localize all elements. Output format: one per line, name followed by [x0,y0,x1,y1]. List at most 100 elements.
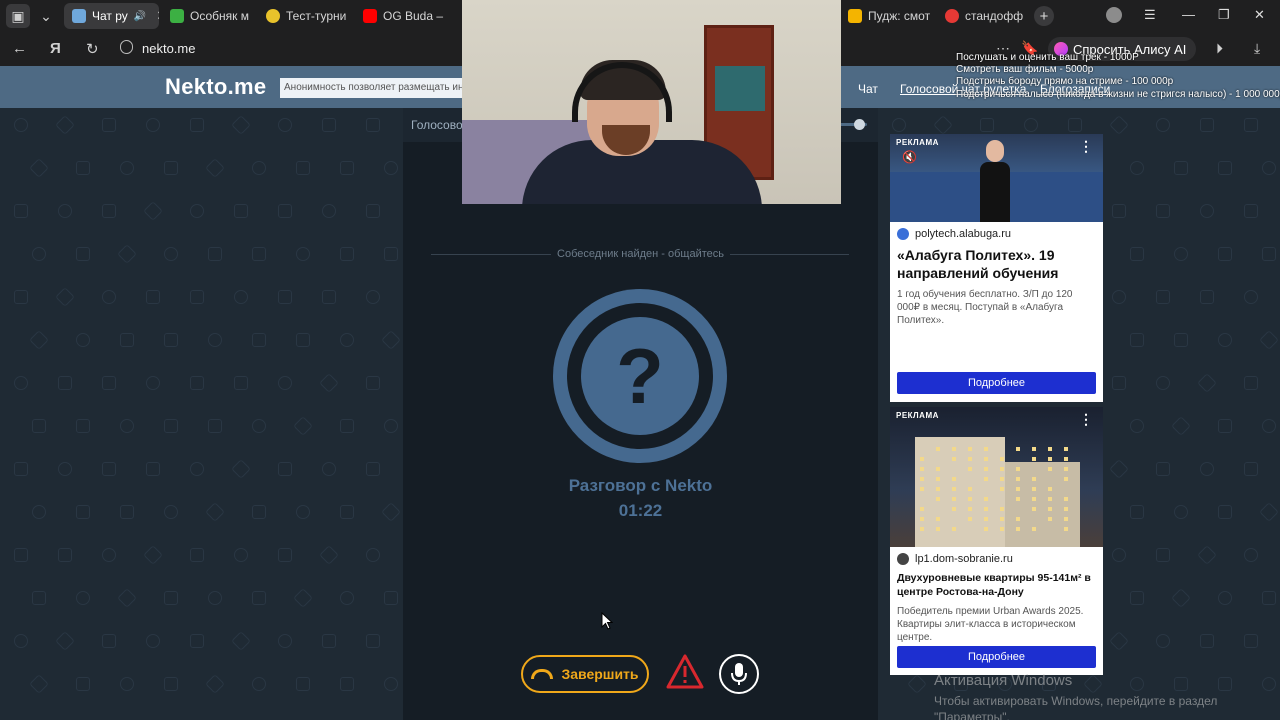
building-window [952,497,956,501]
ad-card-polytech[interactable]: РЕКЛАМА ⋮ 🔇 polytech.alabuga.ru «Алабуга… [890,134,1103,402]
pattern-doodle-icon [278,548,292,562]
pattern-doodle-icon [252,161,266,175]
pattern-doodle-icon [366,462,380,476]
building-window [1000,527,1004,531]
pattern-doodle-icon [1171,416,1191,436]
tab-chat[interactable]: Чат ру 🔊 ✕ [64,3,159,29]
building-window [1048,487,1052,491]
building-window [968,487,972,491]
ad-label: РЕКЛАМА [896,411,939,420]
pattern-doodle-icon [55,459,75,479]
building-window [920,457,924,461]
pattern-doodle-icon [1197,201,1217,221]
restore-icon[interactable]: ❐ [1218,7,1230,23]
tab-tournament[interactable]: Тест-турни [258,3,348,29]
building-window [984,467,988,471]
pattern-doodle-icon [164,419,178,433]
end-call-label: Завершить [561,666,639,682]
building-window [920,527,924,531]
pattern-doodle-icon [322,462,336,476]
ad-person-face [986,140,1004,162]
pattern-doodle-icon [278,634,292,648]
pattern-doodle-icon [278,118,292,132]
building-window [968,457,972,461]
pattern-doodle-icon [252,247,266,261]
pattern-doodle-icon [252,419,266,433]
building-window [920,487,924,491]
pattern-doodle-icon [1171,244,1191,264]
site-info-icon[interactable] [120,40,133,54]
arrow-favicon-icon [897,553,909,565]
avatar-gap: ? [567,303,713,449]
hang-up-phone-icon [531,669,554,679]
tab-list-chevron-icon[interactable]: ⌄ [34,4,58,28]
new-tab-button[interactable]: + [1034,6,1054,26]
volume-slider-knob[interactable] [853,119,865,130]
back-icon[interactable]: ← [12,40,27,57]
close-tab-icon[interactable]: ✕ [156,8,159,24]
pattern-doodle-icon [117,588,137,608]
pattern-doodle-icon [1156,548,1170,562]
tab-label: Особняк м [190,9,249,23]
pattern-doodle-icon [32,591,46,605]
building-window [968,517,972,521]
pattern-doodle-icon [366,634,380,648]
url-field[interactable]: nekto.me [142,41,195,56]
tab-standoff[interactable]: стандофф [937,3,1027,29]
ad-domain-text: polytech.alabuga.ru [915,228,1012,240]
pattern-doodle-icon [205,502,225,522]
site-logo[interactable]: Nekto.me [165,74,266,100]
pattern-doodle-icon [252,677,266,691]
ad-more-button[interactable]: Подробнее [897,372,1096,394]
pattern-doodle-icon [143,545,163,565]
pattern-doodle-icon [980,118,994,132]
pattern-doodle-icon [319,201,339,221]
pattern-doodle-icon [1156,118,1170,132]
pattern-doodle-icon [340,247,354,261]
ad-menu-icon[interactable]: ⋮ [1079,411,1093,428]
pattern-doodle-icon [190,634,204,648]
pattern-doodle-icon [146,634,160,648]
nav-link-chat[interactable]: Чат [858,82,878,96]
profile-avatar-icon[interactable] [1106,7,1122,23]
tab-pudge[interactable]: Пудж: смот [840,3,935,29]
building-window [920,517,924,521]
muted-icon[interactable]: 🔇 [902,150,917,164]
pattern-doodle-icon [208,591,222,605]
background-pattern-left [0,108,403,720]
menu-icon[interactable]: ☰ [1144,7,1156,23]
ad-card-dom-sobranie[interactable]: РЕКЛАМА ⋮ lp1.dom-sobranie.ru Двухуровне… [890,407,1103,675]
pattern-doodle-icon [1244,634,1258,648]
pattern-doodle-icon [1130,419,1144,433]
pattern-doodle-icon [1174,505,1188,519]
minimize-icon[interactable]: — [1182,7,1195,22]
pattern-doodle-icon [190,290,204,304]
pattern-doodle-icon [1244,118,1258,132]
end-call-button[interactable]: Завершить [521,655,649,693]
pattern-doodle-icon [14,118,28,132]
ad-building-side [1005,462,1080,547]
close-window-icon[interactable]: ✕ [1254,7,1265,23]
building-window [920,467,924,471]
ad-domain: polytech.alabuga.ru [890,222,1103,240]
sidebar-toggle-icon[interactable]: ▣ [6,4,30,28]
pattern-doodle-icon [102,204,116,218]
pattern-doodle-icon [1197,545,1217,565]
yandex-icon[interactable]: Я [50,40,61,57]
ad-more-button[interactable]: Подробнее [897,646,1096,668]
report-button[interactable] [666,653,704,691]
pattern-doodle-icon [1156,462,1170,476]
tab-mansion[interactable]: Особняк м [162,3,250,29]
tab-og-buda[interactable]: OG Buda – [355,3,445,29]
pattern-doodle-icon [58,204,72,218]
pattern-doodle-icon [164,677,178,691]
pattern-doodle-icon [278,462,292,476]
ad-menu-icon[interactable]: ⋮ [1079,138,1093,155]
building-window [968,507,972,511]
reload-icon[interactable]: ↻ [86,40,99,58]
pattern-doodle-icon [340,505,354,519]
pattern-doodle-icon [366,290,380,304]
microphone-button[interactable] [719,654,759,694]
pattern-doodle-icon [58,376,72,390]
pattern-doodle-icon [164,161,178,175]
